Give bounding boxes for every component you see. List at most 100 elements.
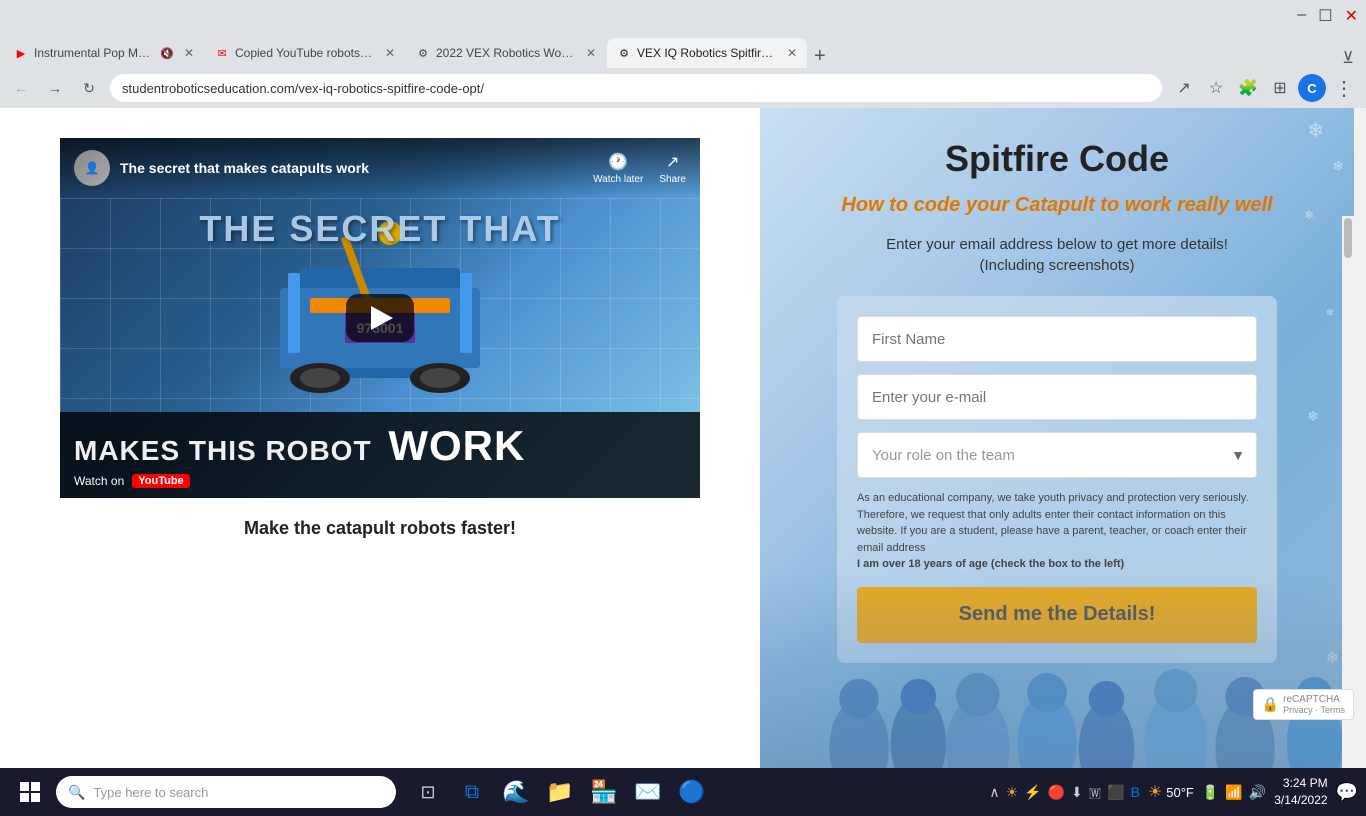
minimize-button[interactable]: – <box>1297 6 1306 26</box>
play-button[interactable] <box>346 294 414 342</box>
sync-icon[interactable]: ⊞ <box>1266 74 1294 102</box>
clock-time: 3:24 PM <box>1274 775 1327 792</box>
tray-icon-7[interactable]: B <box>1131 784 1140 800</box>
profile-avatar[interactable]: C <box>1298 74 1326 102</box>
role-select[interactable]: Your role on the team Student Coach Pare… <box>857 432 1257 478</box>
play-triangle-icon <box>371 306 393 330</box>
recaptcha-links: Privacy · Terms <box>1283 705 1345 715</box>
taskbar-search-placeholder: Type here to search <box>93 785 208 800</box>
refresh-button[interactable]: ↻ <box>76 75 102 101</box>
clock-date: 3/14/2022 <box>1274 792 1327 809</box>
video-top-title: The secret that makes catapults work <box>120 160 583 176</box>
video-overlay-text-top: THE SECRET THAT <box>60 208 700 250</box>
battery-icon: 🔋 <box>1202 784 1219 801</box>
youtube-logo: YouTube <box>132 474 189 488</box>
right-side: ❄ ❄ ❄ ❄ ❄ ❄ ❄ <box>760 108 1354 768</box>
video-caption: Make the catapult robots faster! <box>244 518 516 539</box>
video-container[interactable]: 👤 The secret that makes catapults work 🕐… <box>60 138 700 498</box>
widgets-icon: ⧉ <box>465 781 479 804</box>
clock[interactable]: 3:24 PM 3/14/2022 <box>1274 775 1327 809</box>
tray-icon-2[interactable]: ⚡ <box>1024 784 1041 801</box>
menu-icon[interactable]: ⋮ <box>1330 74 1358 102</box>
toolbar-icons: ↗ ☆ 🧩 ⊞ C ⋮ <box>1170 74 1358 102</box>
window-controls: – ☐ ✕ <box>1297 6 1358 26</box>
tab2-title: Copied YouTube robots - VEX IQ <box>235 46 375 60</box>
channel-avatar: 👤 <box>74 150 110 186</box>
tab4-title: VEX IQ Robotics Spitfire code op <box>637 46 777 60</box>
tab-instrumental[interactable]: ▶ Instrumental Pop Music for t 🔇 ✕ <box>4 38 204 68</box>
weather-widget: ☀ 50°F <box>1148 782 1194 802</box>
close-button[interactable]: ✕ <box>1345 6 1358 26</box>
tray-icon-3[interactable]: 🔴 <box>1048 784 1065 801</box>
tab1-close[interactable]: ✕ <box>184 46 194 60</box>
mail-icon: ✉️ <box>634 779 661 805</box>
tab-search-icon[interactable]: ⊻ <box>1342 48 1354 68</box>
tab-spitfire[interactable]: ⚙ VEX IQ Robotics Spitfire code op ✕ <box>607 38 807 68</box>
tray-icon-4[interactable]: ⬇ <box>1071 784 1083 801</box>
address-bar: ← → ↻ ↗ ☆ 🧩 ⊞ C ⋮ <box>0 68 1366 108</box>
recaptcha-badge: 🔒 reCAPTCHA Privacy · Terms <box>1253 689 1354 720</box>
role-select-wrapper: Your role on the team Student Coach Pare… <box>857 432 1257 478</box>
share-icon[interactable]: ↗ <box>1170 74 1198 102</box>
snowflake-3: ❄ <box>1304 208 1314 222</box>
tab3-title: 2022 VEX Robotics World Champ <box>436 46 576 60</box>
tray-icon-6[interactable]: ⬛ <box>1107 784 1124 801</box>
video-thumbnail: 👤 The secret that makes catapults work 🕐… <box>60 138 700 498</box>
new-tab-button[interactable]: + <box>808 45 832 68</box>
hide-icons[interactable]: ∧ <box>989 784 999 801</box>
tray-icon-1[interactable]: ☀ <box>1006 784 1019 801</box>
video-bottom-overlay: MAKES THIS ROBOT WORK Watch on YouTube <box>60 412 700 498</box>
tab-copied-youtube[interactable]: ✉ Copied YouTube robots - VEX IQ ✕ <box>205 38 405 68</box>
forward-button[interactable]: → <box>42 75 68 101</box>
taskbar: 🔍 Type here to search ⊡ ⧉ 🌊 📁 🏪 ✉️ 🔵 ∧ <box>0 768 1366 816</box>
maximize-button[interactable]: ☐ <box>1318 6 1332 26</box>
snowflake-6: ❄ <box>1326 308 1334 319</box>
browser-chrome: – ☐ ✕ ▶ Instrumental Pop Music for t 🔇 ✕… <box>0 0 1366 108</box>
mail-app[interactable]: ✉️ <box>628 772 668 812</box>
snowflake-7: ❄ <box>1307 408 1319 425</box>
folder-icon: 📁 <box>546 779 573 805</box>
left-side: 👤 The secret that makes catapults work 🕐… <box>0 108 760 768</box>
star-icon[interactable]: ☆ <box>1202 74 1230 102</box>
tab2-close[interactable]: ✕ <box>385 46 395 60</box>
extensions-icon[interactable]: 🧩 <box>1234 74 1262 102</box>
first-name-input[interactable] <box>857 316 1257 362</box>
snowflake-2: ❄ <box>1332 158 1344 175</box>
taskbar-search[interactable]: 🔍 Type here to search <box>56 776 396 808</box>
volume-icon[interactable]: 🔊 <box>1249 784 1266 801</box>
start-button[interactable] <box>8 770 52 814</box>
chrome-app[interactable]: 🔵 <box>672 772 712 812</box>
scrollbar[interactable] <box>1342 216 1354 768</box>
back-button[interactable]: ← <box>8 75 34 101</box>
watch-later-btn[interactable]: 🕐 Watch later <box>593 152 643 185</box>
taskbar-middle: ⊡ ⧉ 🌊 📁 🏪 ✉️ 🔵 <box>408 772 712 812</box>
tab1-title: Instrumental Pop Music for t <box>34 46 154 60</box>
watch-on: Watch on YouTube <box>74 474 686 488</box>
file-explorer[interactable]: 📁 <box>540 772 580 812</box>
page-title: Spitfire Code <box>945 138 1169 180</box>
crowd-svg <box>760 568 1354 768</box>
sys-tray: ∧ ☀ ⚡ 🔴 ⬇ 🇼 ⬛ B <box>989 784 1140 801</box>
recaptcha-logo: 🔒 <box>1262 696 1279 713</box>
page-subtitle: How to code your Catapult to work really… <box>841 192 1272 218</box>
tab3-close[interactable]: ✕ <box>586 46 596 60</box>
address-input[interactable] <box>110 74 1162 102</box>
edge-browser[interactable]: 🌊 <box>496 772 536 812</box>
tab-bar: ▶ Instrumental Pop Music for t 🔇 ✕ ✉ Cop… <box>0 32 1366 68</box>
share-video-btn[interactable]: ↗ Share <box>659 152 686 185</box>
store-app[interactable]: 🏪 <box>584 772 624 812</box>
taskview-button[interactable]: ⊡ <box>408 772 448 812</box>
tab-vex-world[interactable]: ⚙ 2022 VEX Robotics World Champ ✕ <box>406 38 606 68</box>
email-input[interactable] <box>857 374 1257 420</box>
tab1-mute-icon: 🔇 <box>160 47 174 60</box>
widgets-button[interactable]: ⧉ <box>452 772 492 812</box>
chrome-icon: 🔵 <box>678 779 705 805</box>
tray-icon-5[interactable]: 🇼 <box>1089 784 1101 801</box>
title-bar: – ☐ ✕ <box>0 0 1366 32</box>
notification-button[interactable]: 💬 <box>1336 782 1358 803</box>
edge-icon: 🌊 <box>502 779 529 805</box>
taskbar-right: ∧ ☀ ⚡ 🔴 ⬇ 🇼 ⬛ B ☀ 50°F 🔋 📶 🔊 3:24 PM 3/1… <box>989 775 1358 809</box>
weather-icon: ☀ <box>1148 782 1162 802</box>
tab4-close[interactable]: ✕ <box>787 46 797 60</box>
taskview-icon: ⊡ <box>420 782 435 803</box>
